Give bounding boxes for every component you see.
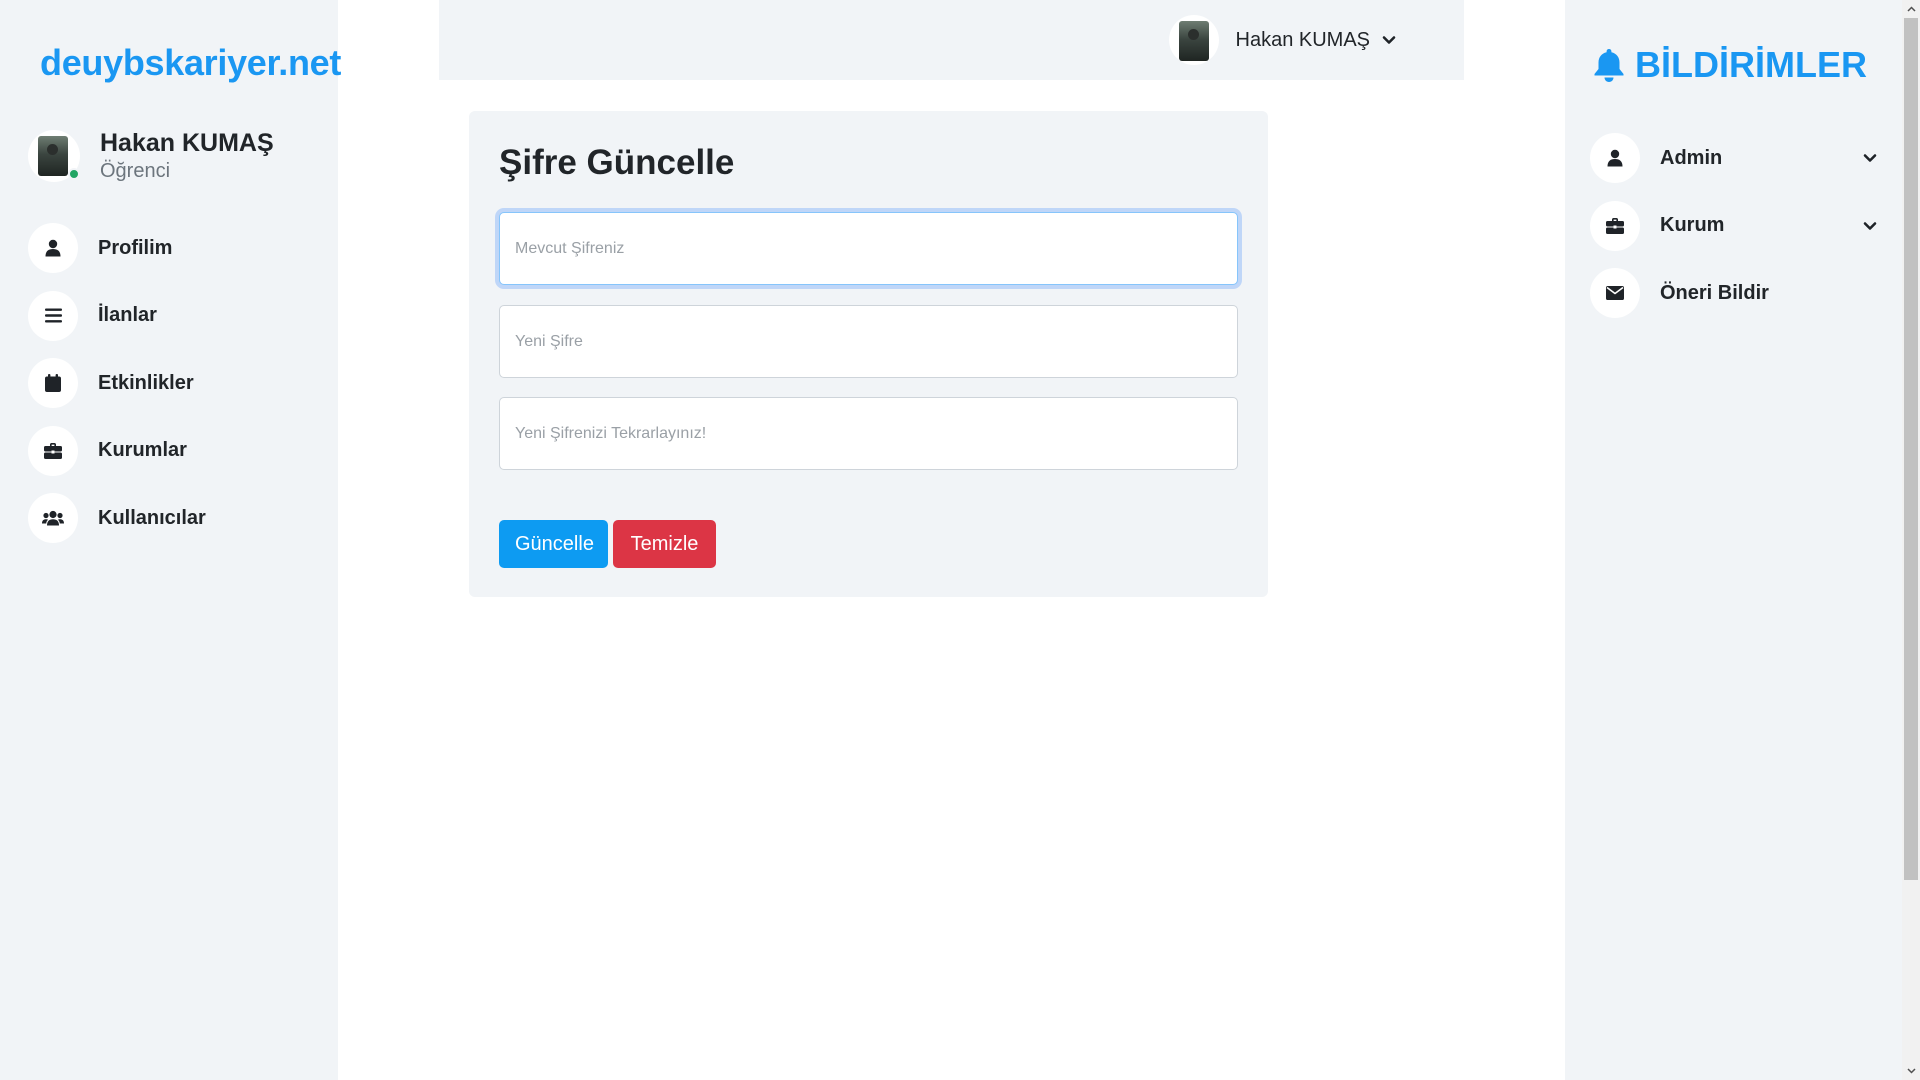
page-scrollbar[interactable]	[1902, 0, 1920, 1080]
notification-item-oneri-bildir[interactable]: Öneri Bildir	[1590, 268, 1880, 318]
calendar-icon	[28, 358, 78, 408]
scrollbar-thumb[interactable]	[1904, 18, 1918, 880]
avatar-photo	[38, 136, 68, 176]
scroll-down-arrow-icon[interactable]	[1902, 1064, 1920, 1078]
notification-item-label: Öneri Bildir	[1660, 281, 1769, 304]
left-sidebar: deuybskariyer.net Hakan KUMAŞ Öğrenci Pr…	[0, 0, 341, 1080]
current-password-field[interactable]	[499, 212, 1238, 285]
notifications-list: Admin Kurum Öneri Bildir	[1590, 133, 1880, 336]
user-icon	[28, 223, 78, 273]
profile-name: Hakan KUMAŞ	[100, 129, 274, 157]
users-icon	[28, 493, 78, 543]
sidebar-item-label: Kurumlar	[98, 439, 187, 461]
bell-icon	[1593, 47, 1625, 83]
profile-role: Öğrenci	[100, 160, 171, 182]
sidebar-item-etkinlikler[interactable]: Etkinlikler	[28, 358, 206, 408]
chevron-down-icon	[1382, 35, 1396, 45]
avatar	[1168, 15, 1219, 65]
avatar	[28, 130, 80, 182]
page-title: Şifre Güncelle	[499, 143, 735, 182]
sidebar-item-ilanlar[interactable]: İlanlar	[28, 290, 206, 341]
clear-button[interactable]: Temizle	[613, 520, 716, 568]
scroll-up-arrow-icon[interactable]	[1902, 2, 1920, 16]
repeat-password-field[interactable]	[499, 397, 1238, 470]
user-menu-name: Hakan KUMAŞ	[1235, 28, 1371, 51]
password-update-card: Şifre Güncelle Güncelle Temizle	[469, 111, 1268, 597]
sidebar-item-label: Profilim	[98, 236, 173, 259]
sidebar-item-label: İlanlar	[98, 304, 157, 326]
notifications-title: BİLDİRİMLER	[1635, 44, 1867, 85]
sidebar-item-kurumlar[interactable]: Kurumlar	[28, 425, 206, 476]
user-icon	[1590, 133, 1640, 183]
envelope-icon	[1590, 268, 1640, 318]
sidebar-item-label: Etkinlikler	[98, 371, 194, 394]
top-bar: Hakan KUMAŞ	[439, 0, 1464, 80]
brand-logo[interactable]: deuybskariyer.net	[40, 42, 341, 84]
sidebar-item-kullanicilar[interactable]: Kullanıcılar	[28, 493, 206, 543]
briefcase-icon	[1590, 200, 1640, 251]
avatar-photo	[1178, 21, 1209, 61]
profile-summary: Hakan KUMAŞ Öğrenci	[28, 128, 274, 184]
notification-item-kurum[interactable]: Kurum	[1590, 200, 1880, 251]
notifications-sidebar: BİLDİRİMLER Admin Kurum Öneri Bildir	[1565, 0, 1902, 1080]
briefcase-icon	[28, 425, 78, 476]
notifications-header: BİLDİRİMLER	[1593, 44, 1867, 86]
sidebar-item-label: Kullanıcılar	[98, 506, 206, 529]
user-menu-toggle[interactable]: Hakan KUMAŞ	[1168, 15, 1397, 65]
chevron-down-icon[interactable]	[1860, 221, 1880, 231]
notification-item-label: Admin	[1660, 146, 1723, 169]
notification-item-admin[interactable]: Admin	[1590, 133, 1880, 183]
list-icon	[28, 290, 78, 341]
online-status-dot	[68, 168, 80, 180]
sidebar-nav: Profilim İlanlar Etkinlikler Kurumlar Ku…	[28, 223, 206, 561]
sidebar-item-profilim[interactable]: Profilim	[28, 223, 206, 273]
chevron-down-icon[interactable]	[1860, 153, 1880, 163]
new-password-field[interactable]	[499, 305, 1238, 378]
notification-item-label: Kurum	[1660, 214, 1725, 236]
update-button[interactable]: Güncelle	[499, 520, 608, 568]
